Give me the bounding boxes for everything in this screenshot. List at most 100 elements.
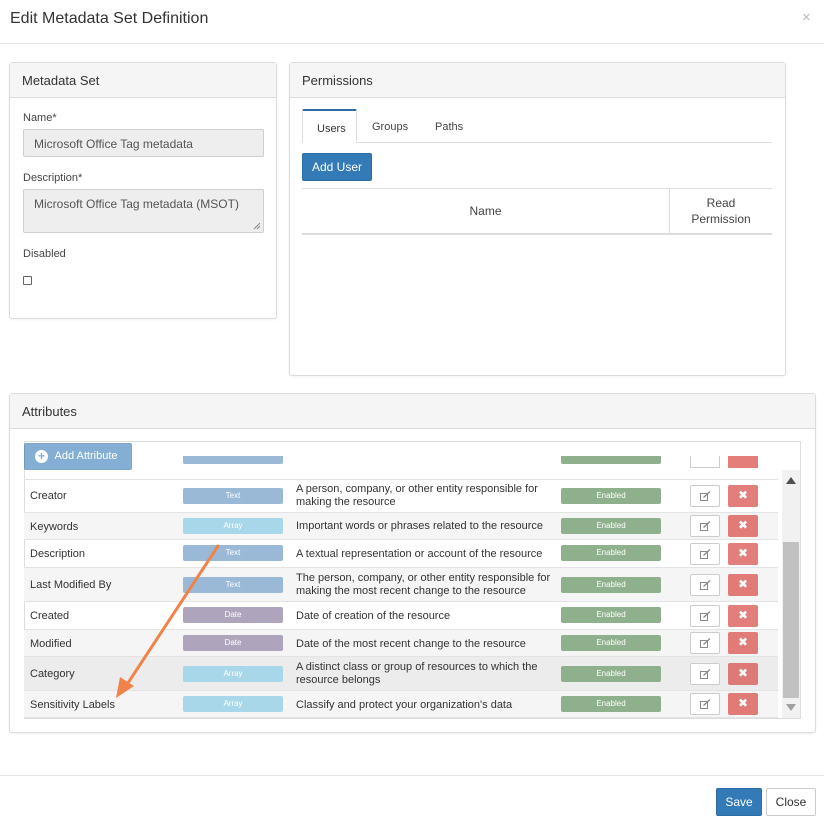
type-badge: Date [183,635,283,651]
column-read-permission[interactable]: Read Permission [670,195,772,227]
edit-button[interactable] [690,574,720,596]
status-badge: Enabled [561,607,661,623]
resize-handle-icon [253,222,261,230]
delete-button[interactable]: ✖ [728,485,758,507]
delete-icon: ✖ [737,608,749,622]
attribute-name: Modified [30,638,72,650]
column-name[interactable]: Name [302,189,669,233]
scroll-up-arrow-icon[interactable] [786,477,796,484]
status-badge: Enabled [561,545,661,561]
delete-icon: ✖ [737,546,749,560]
delete-button[interactable]: ✖ [728,515,758,537]
plus-circle-icon: + [35,450,48,463]
edit-icon [700,521,711,531]
delete-button[interactable] [728,456,758,468]
status-badge: Enabled [561,635,661,651]
edit-icon [700,638,711,648]
edit-button[interactable] [690,605,720,627]
tab-groups[interactable]: Groups [358,109,422,143]
edit-button[interactable] [690,485,720,507]
table-row[interactable]: Creator Text A person, company, or other… [24,480,778,513]
table-row[interactable]: Modified Date Date of the most recent ch… [24,630,778,657]
edit-button[interactable] [690,693,720,715]
table-row[interactable]: Created Date Date of creation of the res… [24,602,778,630]
attribute-description: Important words or phrases related to th… [296,520,544,532]
attribute-description: A distinct class or group of resources t… [296,661,538,686]
column-read-line1: Read [706,196,736,210]
edit-icon [700,669,711,679]
type-badge: Text [183,577,283,593]
scrollbar-thumb[interactable] [783,542,799,698]
delete-button[interactable]: ✖ [728,663,758,685]
table-row[interactable]: Keywords Array Important words or phrase… [24,513,778,540]
close-button[interactable]: Close [766,788,816,816]
attribute-name: Description [30,548,86,560]
edit-icon [700,491,711,501]
edit-button[interactable] [690,456,720,468]
status-badge: Enabled [561,666,661,682]
edit-icon [700,580,711,590]
attribute-name: Sensitivity Labels [30,699,115,711]
delete-button[interactable]: ✖ [728,543,758,565]
permissions-heading: Permissions [290,63,785,98]
edit-button[interactable] [690,663,720,685]
delete-button[interactable]: ✖ [728,605,758,627]
attribute-description: Date of creation of the resource [296,610,451,622]
edit-button[interactable] [690,632,720,654]
table-row[interactable]: Category Array A distinct class or group… [24,657,778,691]
attribute-name: Last Modified By [30,579,112,591]
attribute-name: Creator [30,490,67,502]
edit-button[interactable] [690,543,720,565]
type-badge: Array [183,518,283,534]
footer-divider [0,775,824,776]
attribute-description: Classify and protect your organization's… [296,699,513,711]
delete-button[interactable]: ✖ [728,632,758,654]
type-badge [183,456,283,464]
attribute-name: Keywords [30,521,79,533]
status-badge: Enabled [561,577,661,593]
save-button[interactable]: Save [716,788,762,816]
delete-icon: ✖ [737,635,749,649]
disabled-label: Disabled [23,248,66,260]
delete-icon: ✖ [737,488,749,502]
permissions-table-header: Name Read Permission [302,188,772,235]
attribute-description: A person, company, or other entity respo… [296,483,538,508]
attributes-scrollbar[interactable] [782,470,800,718]
tab-users[interactable]: Users [302,109,357,143]
column-read-line2: Permission [691,212,751,226]
delete-icon: ✖ [737,696,749,710]
add-attribute-button[interactable]: + Add Attribute [24,443,132,470]
status-badge: Enabled [561,696,661,712]
scroll-down-arrow-icon[interactable] [786,704,796,711]
description-field[interactable]: Microsoft Office Tag metadata (MSOT) [23,189,264,233]
attribute-name: Created [30,610,70,622]
type-badge: Date [183,607,283,623]
tab-paths[interactable]: Paths [421,109,477,143]
attribute-description: Date of the most recent change to the re… [296,638,526,650]
table-row[interactable]: Description Text A textual representatio… [24,540,778,568]
attribute-name: Category [30,668,75,680]
delete-button[interactable]: ✖ [728,693,758,715]
table-row[interactable]: Sensitivity Labels Array Classify and pr… [24,691,778,718]
status-badge: Enabled [561,488,661,504]
disabled-checkbox[interactable] [23,276,32,285]
add-user-button[interactable]: Add User [302,153,372,181]
edit-icon [700,611,711,621]
table-row[interactable]: Last Modified By Text The person, compan… [24,568,778,602]
attribute-description: The person, company, or other entity res… [296,572,551,597]
metadata-set-heading: Metadata Set [10,63,276,98]
close-icon[interactable]: × [802,9,811,26]
dialog-title: Edit Metadata Set Definition [10,10,209,27]
edit-icon [700,699,711,709]
delete-icon: ✖ [737,666,749,680]
type-badge: Array [183,666,283,682]
edit-button[interactable] [690,515,720,537]
name-label: Name* [23,112,57,124]
attributes-heading: Attributes [10,394,815,429]
type-badge: Text [183,488,283,504]
name-field[interactable]: Microsoft Office Tag metadata [23,129,264,157]
type-badge: Text [183,545,283,561]
delete-button[interactable]: ✖ [728,574,758,596]
attribute-description: A textual representation or account of t… [296,548,543,560]
delete-icon: ✖ [737,577,749,591]
